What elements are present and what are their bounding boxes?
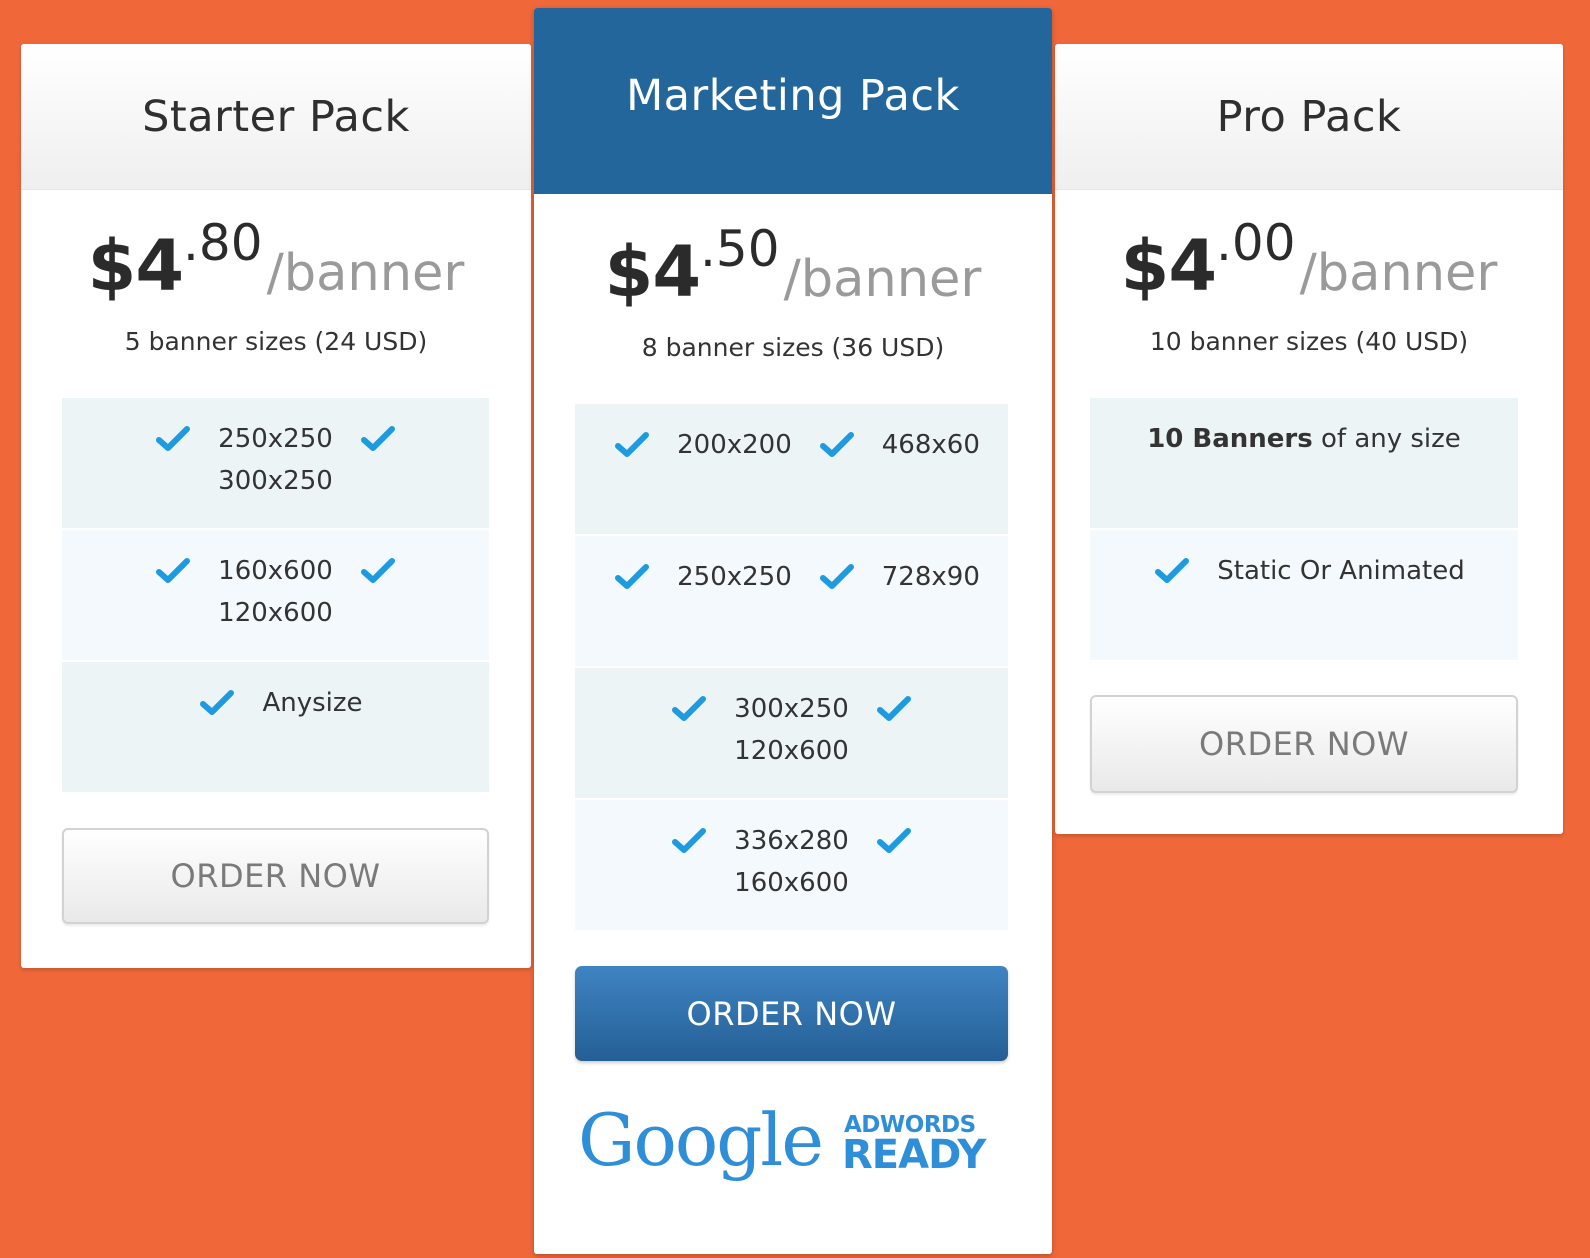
feature-text: of any size [1312, 424, 1461, 454]
check-icon [200, 689, 235, 717]
list-item: 336x280 160x600 [575, 800, 1008, 930]
check-icon [615, 563, 650, 591]
starter-pack-sizes-note: 5 banner sizes (24 USD) [124, 327, 428, 356]
marketing-pack-title: Marketing Pack [626, 71, 960, 121]
feature-text: Static Or Animated [1217, 556, 1465, 586]
feature-size: 120x600 [218, 598, 333, 628]
price-cents: .80 [183, 214, 263, 272]
list-item: 200x200 468x60 [575, 404, 1008, 534]
pro-pack-card: Pro Pack $4.00/banner 10 banner sizes (4… [1055, 44, 1563, 834]
check-icon [876, 695, 911, 723]
marketing-pack-sizes-note: 8 banner sizes (36 USD) [641, 333, 945, 362]
price-dollars: $4 [1120, 225, 1217, 307]
check-icon [615, 431, 650, 459]
list-item: 10 Banners of any size [1090, 398, 1518, 528]
check-icon [672, 695, 707, 723]
check-icon [360, 425, 395, 453]
price-dollars: $4 [87, 225, 184, 307]
feature-highlight: 10 Banners [1147, 424, 1313, 454]
price-unit: /banner [266, 244, 465, 303]
check-icon [876, 827, 911, 855]
check-icon [819, 431, 854, 459]
marketing-pack-feature-list: 200x200 468x60 250x250 728x90 300x250 12… [575, 404, 1008, 932]
pro-pack-sizes-note: 10 banner sizes (40 USD) [1149, 327, 1469, 356]
marketing-pack-price: $4.50/banner [534, 220, 1052, 313]
starter-pack-price: $4.80/banner [21, 214, 531, 307]
price-dollars: $4 [604, 231, 701, 313]
price-unit: /banner [783, 250, 982, 309]
feature-size: 250x250 [218, 424, 333, 454]
list-item: 160x600 120x600 [62, 530, 489, 660]
marketing-pack-header: Marketing Pack [534, 8, 1052, 194]
pro-pack-price: $4.00/banner [1055, 214, 1563, 307]
price-cents: .50 [700, 220, 780, 278]
check-icon [819, 563, 854, 591]
feature-size: 160x600 [218, 556, 333, 586]
list-item: Anysize [62, 662, 489, 792]
check-icon [1155, 557, 1190, 585]
list-item: 300x250 120x600 [575, 668, 1008, 798]
feature-size: 120x600 [734, 736, 849, 766]
list-item: 250x250 728x90 [575, 536, 1008, 666]
pro-pack-feature-list: 10 Banners of any size Static Or Animate… [1090, 398, 1518, 662]
feature-size: 160x600 [734, 868, 849, 898]
price-unit: /banner [1299, 244, 1498, 303]
check-icon [672, 827, 707, 855]
feature-size: 200x200 [677, 430, 792, 460]
check-icon [360, 557, 395, 585]
starter-pack-card: Starter Pack $4.80/banner 5 banner sizes… [21, 44, 531, 968]
marketing-pack-card: Marketing Pack $4.50/banner 8 banner siz… [534, 8, 1052, 1254]
starter-pack-header: Starter Pack [21, 44, 531, 190]
feature-size: 250x250 [677, 562, 792, 592]
starter-order-now-button[interactable]: ORDER NOW [62, 828, 489, 924]
price-cents: .00 [1216, 214, 1296, 272]
google-adwords-ready-logo: Google ADWORDS READY [578, 1098, 998, 1188]
list-item: 250x250 300x250 [62, 398, 489, 528]
starter-pack-title: Starter Pack [142, 91, 410, 142]
list-item: Static Or Animated [1090, 530, 1518, 660]
feature-size: 336x280 [734, 826, 849, 856]
pro-pack-title: Pro Pack [1216, 91, 1402, 142]
check-icon [156, 557, 191, 585]
pro-pack-header: Pro Pack [1055, 44, 1563, 190]
feature-size: 728x90 [881, 562, 980, 592]
check-icon [156, 425, 191, 453]
pro-order-now-button[interactable]: ORDER NOW [1090, 695, 1518, 793]
feature-size: 300x250 [218, 466, 333, 496]
google-logo-text: Google [578, 1098, 824, 1182]
starter-pack-feature-list: 250x250 300x250 160x600 120x600 Anysize [62, 398, 489, 794]
marketing-order-now-button[interactable]: ORDER NOW [575, 966, 1008, 1061]
feature-size: Anysize [262, 688, 363, 718]
ready-label: READY [842, 1132, 986, 1178]
feature-size: 300x250 [734, 694, 849, 724]
feature-size: 468x60 [881, 430, 980, 460]
